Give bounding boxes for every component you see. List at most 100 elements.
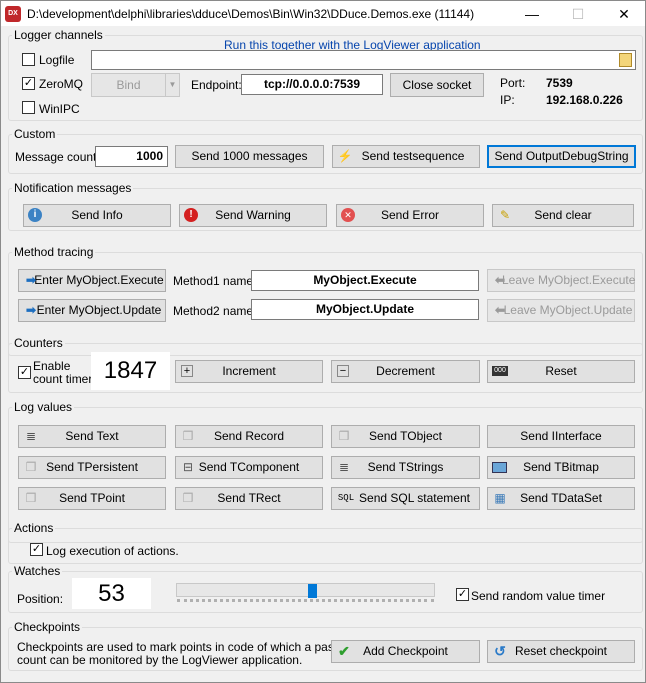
method2-input[interactable]: MyObject.Update: [251, 299, 479, 320]
enter-update-label: Enter MyObject.Update: [36, 303, 162, 317]
send-tdataset-label: Send TDataSet: [520, 491, 602, 505]
text-icon: ≣: [338, 460, 350, 474]
component-icon: ⊟: [182, 460, 194, 474]
bitmap-icon: [492, 462, 507, 473]
send-error-label: Send Error: [380, 208, 440, 222]
send-testsequence-button[interactable]: ⚡ Send testsequence: [332, 145, 480, 168]
add-checkpoint-button[interactable]: ✔ Add Checkpoint: [331, 640, 480, 663]
cube-icon: ❒: [25, 491, 37, 505]
decrement-button[interactable]: − Decrement: [331, 360, 480, 383]
send-tdataset-button[interactable]: ▦ Send TDataSet: [487, 487, 635, 510]
send-tpersistent-button[interactable]: ❒ Send TPersistent: [18, 456, 166, 479]
send-tstrings-button[interactable]: ≣ Send TStrings: [331, 456, 480, 479]
reset-counter-button[interactable]: 000 Reset: [487, 360, 635, 383]
folder-icon[interactable]: [619, 53, 632, 67]
leave-update-button[interactable]: ⬅ Leave MyObject.Update: [487, 299, 635, 322]
send-iinterface-button[interactable]: Send IInterface: [487, 425, 635, 448]
increment-button[interactable]: + Increment: [175, 360, 323, 383]
enter-update-button[interactable]: ➡ Enter MyObject.Update: [18, 299, 166, 322]
send-text-label: Send Text: [65, 429, 119, 443]
log-values-group: Log values ≣ Send Text ❒ Send Record ❒ Send…: [8, 400, 643, 543]
send-clear-button[interactable]: ✎ Send clear: [492, 204, 634, 227]
counter-value: 1847: [91, 352, 170, 390]
winipc-label: WinIPC: [39, 102, 80, 116]
wand-icon: ⚡: [337, 149, 353, 163]
random-timer-checkbox[interactable]: ✓: [456, 588, 469, 601]
enable-count-timer-checkbox[interactable]: ✓: [18, 366, 31, 379]
arrow-left-icon: ⬅: [494, 273, 506, 287]
enter-execute-button[interactable]: ➡ Enter MyObject.Execute: [18, 269, 166, 292]
send-sql-label: Send SQL statement: [359, 491, 470, 505]
plus-icon: +: [181, 365, 193, 377]
send-tpoint-button[interactable]: ❒ Send TPoint: [18, 487, 166, 510]
send-trect-button[interactable]: ❒ Send TRect: [175, 487, 323, 510]
checkpoints-title: Checkpoints: [12, 620, 83, 634]
text-icon: ≣: [25, 429, 37, 443]
enter-execute-label: Enter MyObject.Execute: [34, 273, 164, 287]
send-outputdebugstring-button[interactable]: Send OutputDebugString: [487, 145, 636, 168]
decrement-label: Decrement: [376, 364, 435, 378]
method-tracing-title: Method tracing: [12, 245, 96, 259]
app-icon: DX: [5, 6, 21, 22]
log-execution-checkbox[interactable]: ✓: [30, 543, 43, 556]
sql-icon: SQL: [337, 493, 355, 503]
refresh-icon: ↺: [494, 643, 506, 659]
send-warning-button[interactable]: ! Send Warning: [179, 204, 327, 227]
send-tobject-label: Send TObject: [369, 429, 442, 443]
error-icon: ✕: [341, 208, 355, 222]
send-error-button[interactable]: ✕ Send Error: [336, 204, 484, 227]
send-tstrings-label: Send TStrings: [367, 460, 444, 474]
ip-value: 192.168.0.226: [546, 93, 623, 107]
message-count-input[interactable]: 1000: [95, 146, 168, 167]
maximize-button[interactable]: ☐: [555, 1, 601, 27]
endpoint-input[interactable]: tcp://0.0.0.0:7539: [241, 74, 383, 95]
winipc-checkbox[interactable]: [22, 101, 35, 114]
slider-ticks: [177, 599, 434, 603]
arrow-left-icon: ⬅: [494, 303, 506, 317]
method2-label: Method2 name:: [173, 304, 257, 318]
zeromq-checkbox[interactable]: ✓: [22, 77, 35, 90]
logfile-label: Logfile: [39, 53, 75, 67]
title-bar: DX D:\development\delphi\libraries\dduce…: [0, 0, 646, 26]
leave-execute-label: Leave MyObject.Execute: [502, 273, 636, 287]
send-tobject-button[interactable]: ❒ Send TObject: [331, 425, 480, 448]
send-sql-button[interactable]: SQL Send SQL statement: [331, 487, 480, 510]
send-text-button[interactable]: ≣ Send Text: [18, 425, 166, 448]
close-window-button[interactable]: ✕: [601, 1, 646, 27]
leave-execute-button[interactable]: ⬅ Leave MyObject.Execute: [487, 269, 635, 292]
logfile-input[interactable]: [91, 50, 636, 70]
watches-title: Watches: [12, 564, 63, 578]
message-count-label: Message count:: [15, 150, 100, 164]
logfile-checkbox[interactable]: [22, 53, 35, 66]
arrow-right-icon: ➡: [25, 273, 37, 287]
position-label: Position:: [17, 592, 64, 606]
warning-icon: !: [184, 208, 198, 222]
logger-channels-title: Logger channels: [12, 28, 105, 42]
send-tcomponent-label: Send TComponent: [198, 460, 300, 474]
minimize-button[interactable]: —: [509, 1, 555, 27]
checkpoints-group: Checkpoints Checkpoints are used to mark…: [8, 620, 643, 671]
close-socket-button[interactable]: Close socket: [390, 73, 484, 97]
notification-title: Notification messages: [12, 181, 134, 195]
position-slider[interactable]: [176, 583, 435, 598]
send-tbitmap-label: Send TBitmap: [523, 460, 599, 474]
add-checkpoint-label: Add Checkpoint: [363, 644, 448, 658]
reset-counter-label: Reset: [545, 364, 577, 378]
watches-group: Watches Position: 53 ✓ Send random value…: [8, 564, 643, 613]
send-info-button[interactable]: i Send Info: [23, 204, 171, 227]
bind-combo[interactable]: Bind ▼: [91, 73, 180, 97]
reset-checkpoint-button[interactable]: ↺ Reset checkpoint: [487, 640, 635, 663]
info-icon: i: [28, 208, 42, 222]
method1-input[interactable]: MyObject.Execute: [251, 270, 479, 291]
log-execution-label: Log execution of actions.: [46, 544, 179, 558]
send-record-button[interactable]: ❒ Send Record: [175, 425, 323, 448]
send-tcomponent-button[interactable]: ⊟ Send TComponent: [175, 456, 323, 479]
main-form: Logger channels Run this together with t…: [0, 26, 646, 683]
send-tpersistent-label: Send TPersistent: [46, 460, 138, 474]
send-tbitmap-button[interactable]: Send TBitmap: [487, 456, 635, 479]
send-messages-button[interactable]: Send 1000 messages: [175, 145, 324, 168]
position-value: 53: [72, 578, 151, 609]
random-timer-label: Send random value timer: [471, 589, 606, 603]
ip-label: IP:: [500, 93, 515, 107]
slider-thumb[interactable]: [308, 584, 317, 598]
